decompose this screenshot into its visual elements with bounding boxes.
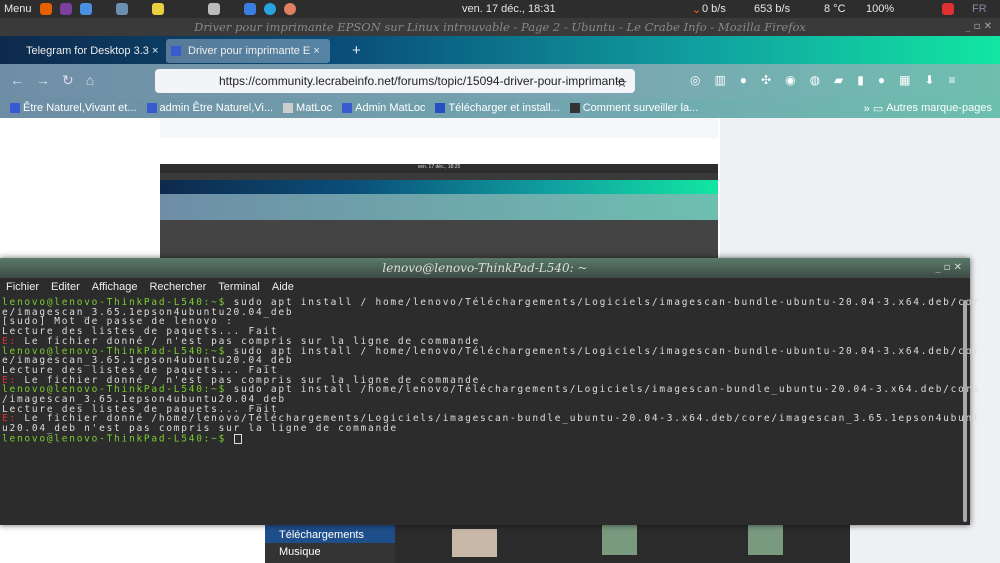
other-bookmarks[interactable]: » ▭ Autres marque-pages	[864, 102, 992, 115]
tab-telegram[interactable]: Telegram for Desktop 3.3 ×	[4, 39, 164, 63]
bookmark-star-icon[interactable]: ☆	[616, 75, 628, 91]
menu-aide[interactable]: Aide	[272, 281, 294, 293]
thumbnail[interactable]	[602, 525, 637, 555]
embedded-screenshot[interactable]: ven. 17 déc., 18:25	[160, 164, 718, 264]
window-controls[interactable]: _ ▫ ✕	[935, 258, 962, 278]
line-text	[226, 433, 233, 444]
terminal-window: lenovo@lenovo-ThinkPad-L540: ~ _ ▫ ✕ Fic…	[0, 258, 979, 525]
nav-buttons[interactable]: ←→↻⌂	[10, 72, 106, 89]
paint-icon[interactable]	[283, 3, 296, 15]
menu-affichage[interactable]: Affichage	[92, 281, 138, 293]
nav-bar: ←→↻⌂ https://community.lecrabeinfo.net/f…	[0, 64, 1000, 98]
screenshot-icon[interactable]	[207, 3, 220, 15]
temperature: 8 °C	[824, 3, 846, 15]
file-manager-window: Téléchargements Musique	[265, 525, 850, 563]
window-controls[interactable]: _ ▫ ✕	[965, 18, 992, 36]
battery: 100%	[866, 3, 895, 15]
bookmark[interactable]: Comment surveiller la...	[569, 102, 698, 114]
files-icon[interactable]	[115, 3, 128, 15]
post-card	[160, 118, 718, 138]
bookmark[interactable]: Admin MatLoc	[342, 102, 425, 114]
chromium-icon[interactable]	[79, 3, 92, 15]
firefox-icon[interactable]	[39, 3, 52, 15]
places-sidebar: Téléchargements Musique	[265, 525, 395, 563]
net-down: 0 b/s	[702, 3, 726, 15]
window-title: Driver pour imprimante EPSON sur Linux i…	[194, 20, 806, 34]
menu-rechercher[interactable]: Rechercher	[149, 281, 206, 293]
menu-button[interactable]: Menu	[4, 3, 32, 15]
line-text: sudo apt install / home/lenovo/Télécharg…	[226, 297, 981, 308]
bookmark[interactable]: admin Être Naturel,Vi...	[146, 102, 273, 114]
terminal-scrollbar[interactable]	[963, 300, 967, 522]
close-icon: ×	[151, 45, 159, 57]
line-text: sudo apt install /home/lenovo/Télécharge…	[226, 384, 981, 396]
terminal-line: lenovo@lenovo-ThinkPad-L540:~$	[2, 433, 970, 445]
top-panel: Menu ven. 17 déc., 18:31 ⌄ 0 b/s 653 b/s…	[0, 0, 1000, 18]
thumbnail[interactable]	[452, 529, 497, 557]
new-tab-button[interactable]: +	[330, 39, 361, 63]
bookmarks-bar: Être Naturel,Vivant et... admin Être Nat…	[0, 98, 1000, 118]
tab-driver[interactable]: Driver pour imprimante E ×	[166, 39, 330, 63]
telegram-icon[interactable]	[263, 3, 276, 15]
thunderbird-icon[interactable]	[243, 3, 256, 15]
extension-icons[interactable]: ◎▥●✣◉◍▰▮●▦⬇≡	[690, 73, 970, 87]
firefox-title-bar: Driver pour imprimante EPSON sur Linux i…	[0, 18, 1000, 36]
url-bar[interactable]: https://community.lecrabeinfo.net/forums…	[155, 69, 635, 93]
terminal-title-bar[interactable]: lenovo@lenovo-ThinkPad-L540: ~ _ ▫ ✕	[0, 258, 970, 278]
terminal-output[interactable]: lenovo@lenovo-ThinkPad-L540:~$ sudo apt …	[0, 296, 979, 445]
menu-editer[interactable]: Editer	[51, 281, 80, 293]
notes-icon[interactable]	[151, 3, 164, 15]
place-downloads[interactable]: Téléchargements	[265, 525, 395, 543]
bookmark[interactable]: MatLoc	[283, 102, 332, 114]
menu-fichier[interactable]: Fichier	[6, 281, 39, 293]
power-icon[interactable]	[942, 3, 954, 15]
menu-terminal[interactable]: Terminal	[218, 281, 260, 293]
tab-bar: Telegram for Desktop 3.3 × Driver pour i…	[0, 36, 1000, 64]
bookmark[interactable]: Télécharger et install...	[435, 102, 560, 114]
keyboard-layout[interactable]: FR	[972, 3, 987, 15]
place-music[interactable]: Musique	[265, 543, 395, 558]
net-up: 653 b/s	[754, 3, 791, 15]
thumbnail[interactable]	[748, 525, 783, 555]
cursor	[233, 433, 242, 444]
tor-icon[interactable]	[59, 3, 72, 15]
prompt: lenovo@lenovo-ThinkPad-L540:~$	[2, 433, 227, 445]
clock[interactable]: ven. 17 déc., 18:31	[462, 3, 556, 15]
close-icon: ×	[313, 45, 320, 57]
bookmark[interactable]: Être Naturel,Vivant et...	[10, 102, 137, 114]
terminal-menu: Fichier Editer Affichage Rechercher Term…	[0, 278, 970, 296]
line-text: sudo apt install / home/lenovo/Télécharg…	[226, 345, 981, 357]
